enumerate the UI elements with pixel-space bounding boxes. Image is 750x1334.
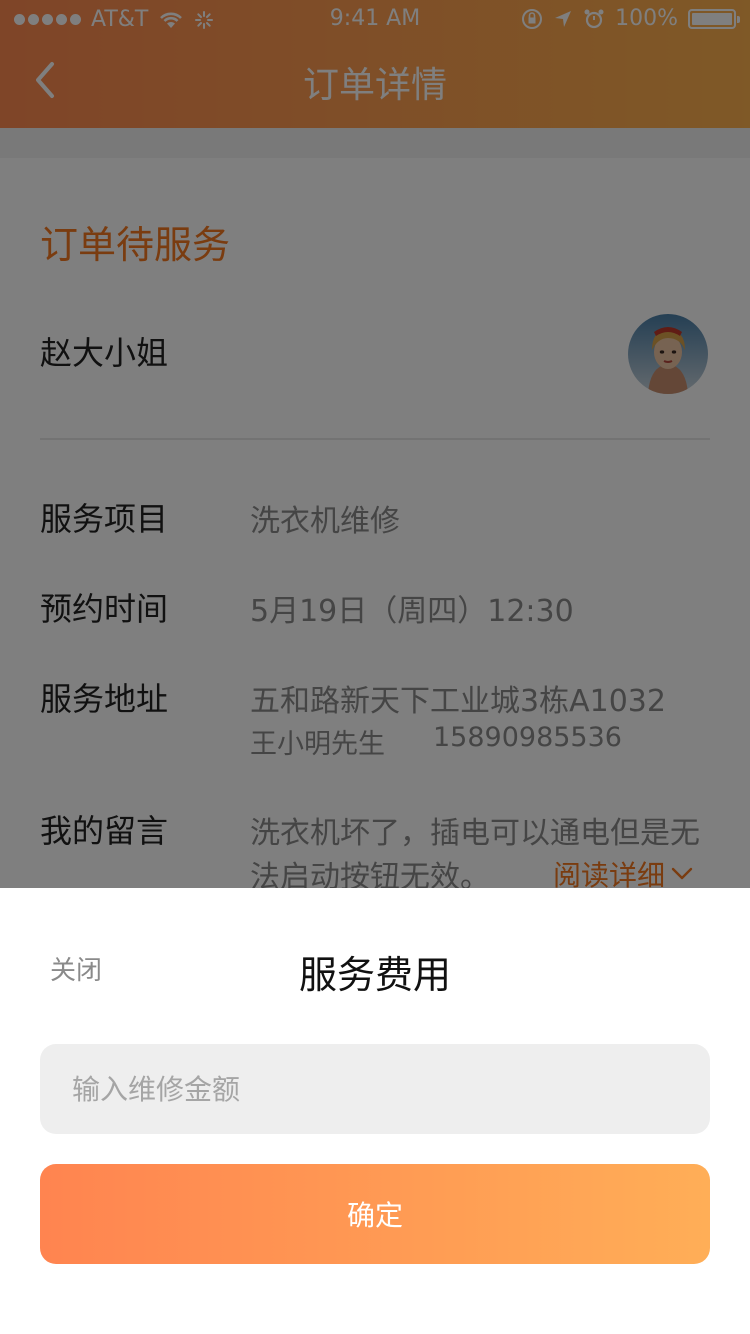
service-fee-sheet: 关闭 服务费用 确定	[0, 888, 750, 1334]
sheet-title: 服务费用	[298, 953, 451, 997]
confirm-button[interactable]: 确定	[40, 1164, 710, 1264]
repair-amount-input[interactable]	[40, 1044, 710, 1134]
modal-backdrop[interactable]	[0, 0, 750, 888]
